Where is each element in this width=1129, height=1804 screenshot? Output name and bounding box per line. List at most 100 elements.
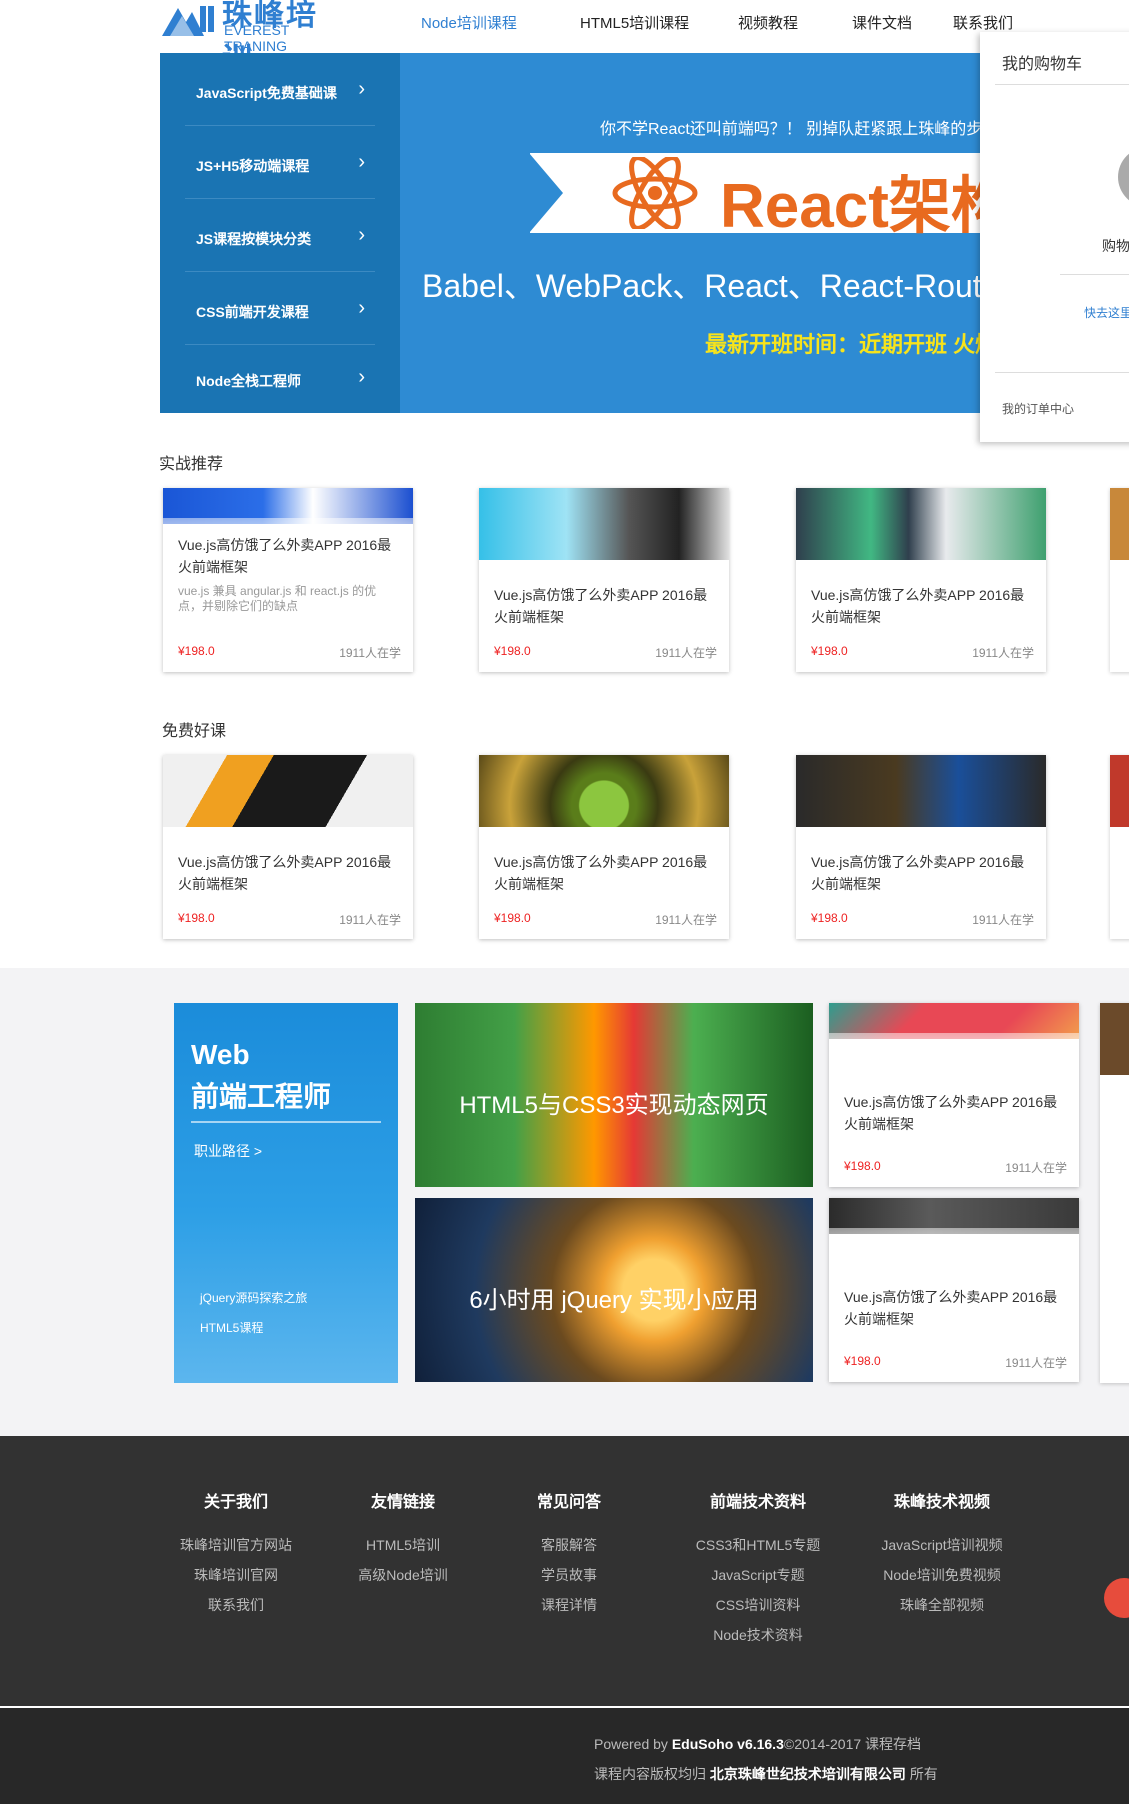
course-card[interactable]: Vue.js高仿饿了么外卖APP 2016最火前端框架 ¥198.0 1911人… bbox=[479, 755, 729, 939]
promo-card-jquery[interactable]: 6小时用 jQuery 实现小应用 bbox=[415, 1198, 813, 1382]
footer-link[interactable]: 学员故事 bbox=[519, 1560, 619, 1590]
course-price: ¥198.0 bbox=[811, 644, 848, 658]
chevron-right-icon: › bbox=[358, 224, 365, 246]
logo[interactable]: 珠峰培训 EVEREST TRANING bbox=[160, 0, 340, 76]
category-item-js-h5[interactable]: JS+H5移动端课程 › bbox=[185, 126, 375, 199]
course-title: Vue.js高仿饿了么外卖APP 2016最火前端框架 bbox=[811, 854, 1025, 892]
course-card[interactable]: Vue.js高仿饿了么外卖APP 2016最火前端框架 ¥198.0 1911人… bbox=[796, 488, 1046, 672]
career-path-card[interactable]: Web 前端工程师 职业路径 > jQuery源码探索之旅 HTML5课程 bbox=[174, 1003, 398, 1383]
course-card[interactable]: Vue.js高仿饿了么外卖APP 2016最火前端框架 ¥198.0 1911人… bbox=[163, 755, 413, 939]
course-learners: 1911人在学 bbox=[972, 913, 1034, 927]
footer-link[interactable]: 珠峰全部视频 bbox=[872, 1590, 1012, 1620]
page: 珠峰培训 EVEREST TRANING Node培训课程 HTML5培训课程 … bbox=[0, 0, 1129, 1804]
course-card-partial[interactable] bbox=[1110, 755, 1129, 939]
career-link-jquery[interactable]: jQuery源码探索之旅 bbox=[200, 1289, 307, 1306]
footer-link[interactable]: Node技术资料 bbox=[683, 1620, 833, 1650]
footer-link[interactable]: 高级Node培训 bbox=[353, 1560, 453, 1590]
course-card[interactable]: Vue.js高仿饿了么外卖APP 2016最火前端框架 ¥198.0 1911人… bbox=[829, 1198, 1079, 1382]
promo-title: 6小时用 jQuery 实现小应用 bbox=[469, 1287, 759, 1314]
nav-item-videos[interactable]: 视频教程 bbox=[738, 12, 798, 33]
banner-schedule: 最新开班时间：近期开班 火爆 bbox=[705, 332, 980, 357]
chevron-right-icon: › bbox=[358, 151, 365, 173]
course-price: ¥198.0 bbox=[844, 1354, 881, 1368]
nav-item-contact[interactable]: 联系我们 bbox=[953, 12, 1013, 33]
footer-link[interactable]: 联系我们 bbox=[168, 1590, 304, 1620]
footer: 关于我们 珠峰培训官方网站 珠峰培训官网 联系我们 友情链接 HTML5培训 高… bbox=[0, 1436, 1129, 1706]
powered-by: Powered by bbox=[594, 1736, 668, 1752]
course-price: ¥198.0 bbox=[844, 1159, 881, 1173]
footer-link[interactable]: 珠峰培训官方网站 bbox=[168, 1530, 304, 1560]
footer-link[interactable]: Node培训免费视频 bbox=[872, 1560, 1012, 1590]
rights-suffix: 所有 bbox=[909, 1766, 938, 1782]
course-thumbnail bbox=[479, 755, 729, 827]
course-category-menu: JavaScript免费基础课 › JS+H5移动端课程 › JS课程按模块分类 › … bbox=[160, 53, 400, 413]
divider bbox=[1060, 274, 1129, 275]
nav-item-node[interactable]: Node培训课程 bbox=[421, 12, 517, 33]
category-label: JS课程按模块分类 bbox=[196, 231, 312, 247]
course-card[interactable]: Vue.js高仿饿了么外卖APP 2016最火前端框架 vue.js 兼具 an… bbox=[163, 488, 413, 672]
hero-banner[interactable]: 你不学React还叫前端吗？！ 别掉队赶紧跟上珠峰的步 React架构 Babe… bbox=[400, 53, 980, 413]
thumb-fade bbox=[829, 1033, 1079, 1073]
category-item-node[interactable]: Node全栈工程师 › bbox=[185, 341, 375, 414]
category-label: JS+H5移动端课程 bbox=[196, 158, 310, 174]
footer-link[interactable]: JavaScript专题 bbox=[683, 1560, 833, 1590]
footer-link[interactable]: 课程详情 bbox=[519, 1590, 619, 1620]
footer-link[interactable]: 客服解答 bbox=[519, 1530, 619, 1560]
nav-item-html5[interactable]: HTML5培训课程 bbox=[580, 12, 689, 33]
nav-item-docs[interactable]: 课件文档 bbox=[852, 12, 912, 33]
course-card[interactable]: Vue.js高仿饿了么外卖APP 2016最火前端框架 ¥198.0 1911人… bbox=[829, 1003, 1079, 1187]
divider bbox=[191, 1121, 381, 1123]
cart-popup: 我的购物车 购物车 快去这里 我的订单中心 bbox=[980, 32, 1129, 442]
course-desc: vue.js 兼具 angular.js 和 react.js 的优点，并剔除它… bbox=[178, 584, 377, 613]
footer-heading: 珠峰技术视频 bbox=[893, 1494, 990, 1511]
banner-stack: Babel、WebPack、React、React-Router bbox=[422, 268, 980, 304]
course-card-partial[interactable] bbox=[1110, 488, 1129, 672]
career-path-link[interactable]: 职业路径 > bbox=[194, 1141, 262, 1161]
promo-title: HTML5与CSS3实现动态网页 bbox=[459, 1092, 769, 1119]
category-label: JavaScript免费基础课 bbox=[196, 85, 337, 101]
footer-link[interactable]: HTML5培训 bbox=[353, 1530, 453, 1560]
course-thumbnail bbox=[1110, 488, 1129, 560]
chevron-right-icon: › bbox=[358, 78, 365, 100]
course-thumbnail bbox=[796, 488, 1046, 560]
cart-title: 我的购物车 bbox=[1002, 56, 1083, 73]
course-card[interactable]: Vue.js高仿饿了么外卖APP 2016最火前端框架 ¥198.0 1911人… bbox=[479, 488, 729, 672]
category-item-js-modules[interactable]: JS课程按模块分类 › bbox=[185, 199, 375, 272]
course-card[interactable]: Vue.js高仿饿了么外卖APP 2016最火前端框架 ¥198.0 1911人… bbox=[796, 755, 1046, 939]
footer-link[interactable]: CSS培训资料 bbox=[683, 1590, 833, 1620]
footer-link[interactable]: 珠峰培训官网 bbox=[168, 1560, 304, 1590]
course-learners: 1911人在学 bbox=[1005, 1161, 1067, 1175]
category-item-css[interactable]: CSS前端开发课程 › bbox=[185, 272, 375, 345]
banner-ribbon: React架构 bbox=[529, 153, 980, 241]
course-thumbnail bbox=[1100, 1003, 1129, 1075]
footer-heading: 关于我们 bbox=[203, 1494, 268, 1511]
logo-mark-icon bbox=[162, 6, 214, 36]
course-learners: 1911人在学 bbox=[972, 646, 1034, 660]
footer-col-faq: 常见问答 客服解答 学员故事 课程详情 bbox=[519, 1488, 619, 1620]
career-link-html5[interactable]: HTML5课程 bbox=[200, 1319, 263, 1336]
promo-card-html5[interactable]: HTML5与CSS3实现动态网页 bbox=[415, 1003, 813, 1187]
banner-headline: React架构 bbox=[720, 172, 980, 241]
course-learners: 1911人在学 bbox=[339, 646, 401, 660]
course-learners: 1911人在学 bbox=[1005, 1356, 1067, 1370]
footer-link[interactable]: CSS3和HTML5专题 bbox=[683, 1530, 833, 1560]
divider bbox=[995, 84, 1129, 85]
footer-link[interactable]: JavaScript培训视频 bbox=[872, 1530, 1012, 1560]
course-title: Vue.js高仿饿了么外卖APP 2016最火前端框架 bbox=[844, 1094, 1058, 1132]
course-price: ¥198.0 bbox=[494, 644, 531, 658]
course-learners: 1911人在学 bbox=[339, 913, 401, 927]
course-list-partial[interactable] bbox=[1100, 1003, 1129, 1383]
chevron-right-icon: › bbox=[358, 366, 365, 388]
category-item-js-basic[interactable]: JavaScript免费基础课 › bbox=[185, 53, 375, 126]
archive-link[interactable]: 课程存档 bbox=[865, 1736, 921, 1752]
footer-heading: 前端技术资料 bbox=[709, 1494, 806, 1511]
course-price: ¥198.0 bbox=[494, 911, 531, 925]
order-center-link[interactable]: 我的订单中心 bbox=[1002, 400, 1074, 417]
cart-go-link[interactable]: 快去这里 bbox=[1084, 304, 1129, 321]
course-price: ¥198.0 bbox=[178, 644, 215, 658]
footer-col-about: 关于我们 珠峰培训官方网站 珠峰培训官网 联系我们 bbox=[168, 1488, 304, 1620]
platform-brand[interactable]: EduSoho v6.16.3 bbox=[672, 1736, 784, 1752]
thumb-fade bbox=[829, 1228, 1079, 1268]
copyright-bar: Powered by EduSoho v6.16.3©2014-2017 课程存… bbox=[0, 1708, 1129, 1804]
career-title-2: 前端工程师 bbox=[191, 1081, 332, 1112]
